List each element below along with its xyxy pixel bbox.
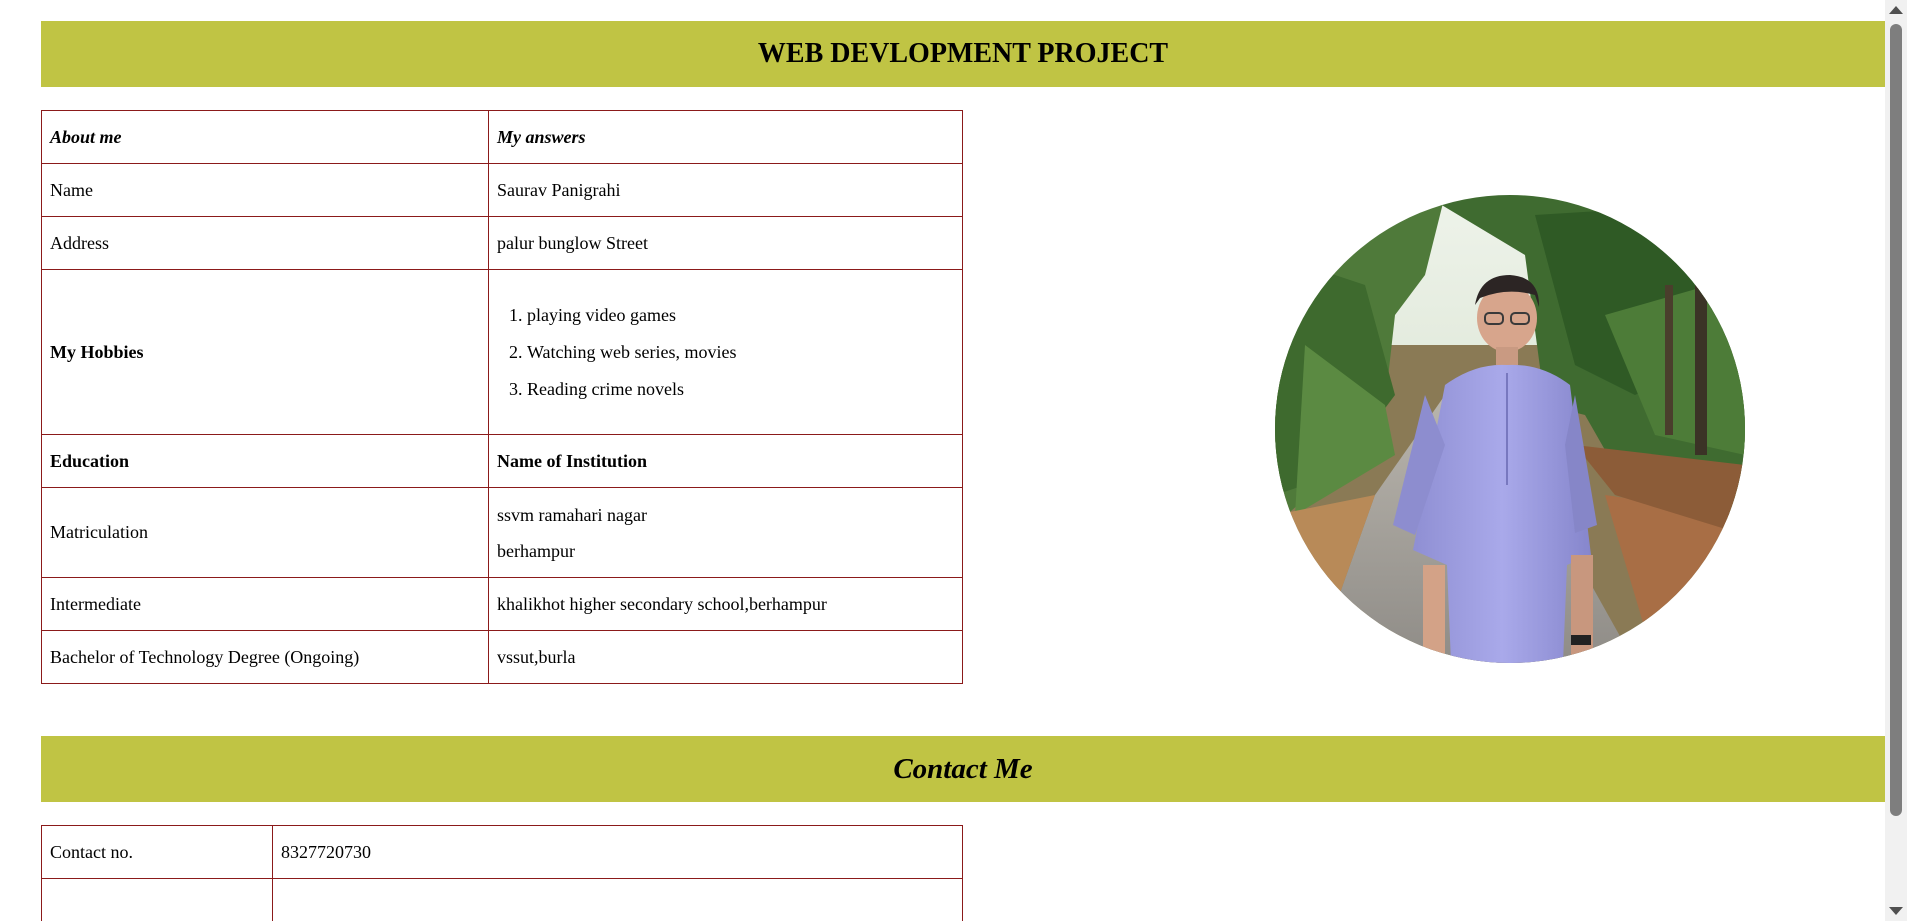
table-row: Intermediate khalikhot higher secondary … — [41, 577, 963, 631]
contact-title: Contact Me — [893, 752, 1033, 785]
contact-banner: Contact Me — [41, 736, 1885, 802]
list-item: Reading crime novels — [527, 371, 954, 408]
contact-table: Contact no. 8327720730 — [41, 825, 963, 921]
page: WEB DEVLOPMENT PROJECT About me My answe… — [0, 0, 1907, 921]
table-row: Address palur bunglow Street — [41, 216, 963, 270]
scroll-thumb[interactable] — [1890, 24, 1902, 816]
btech-label: Bachelor of Technology Degree (Ongoing) — [41, 630, 489, 684]
table-row: Matriculation ssvm ramahari nagar berham… — [41, 487, 963, 578]
phone-value: 8327720730 — [272, 825, 963, 879]
table-row: Contact no. 8327720730 — [41, 825, 963, 879]
matric-label: Matriculation — [41, 487, 489, 578]
list-item: playing video games — [527, 297, 954, 334]
profile-photo — [1275, 195, 1745, 663]
scroll-up-icon[interactable] — [1889, 6, 1903, 14]
table-row — [41, 878, 963, 921]
matric-value-line: ssvm ramahari nagar — [497, 504, 647, 525]
btech-value: vssut,burla — [488, 630, 963, 684]
matric-value-line: berhampur — [497, 540, 575, 561]
email-label-cell — [41, 878, 273, 921]
header-banner: WEB DEVLOPMENT PROJECT — [41, 21, 1885, 87]
matric-value: ssvm ramahari nagar berhampur — [488, 487, 963, 578]
education-label: Education — [41, 434, 489, 488]
name-value: Saurav Panigrahi — [488, 163, 963, 217]
intermediate-label: Intermediate — [41, 577, 489, 631]
address-label: Address — [41, 216, 489, 270]
about-table: About me My answers Name Saurav Panigrah… — [41, 110, 963, 684]
table-row: About me My answers — [41, 110, 963, 164]
hobbies-list: playing video games Watching web series,… — [497, 297, 954, 408]
scroll-down-icon[interactable] — [1889, 907, 1903, 915]
about-header-cell: About me — [41, 110, 489, 164]
answers-header-cell: My answers — [488, 110, 963, 164]
hobbies-label: My Hobbies — [41, 269, 489, 435]
list-item: Watching web series, movies — [527, 334, 954, 371]
name-label: Name — [41, 163, 489, 217]
phone-label: Contact no. — [41, 825, 273, 879]
table-row: Education Name of Institution — [41, 434, 963, 488]
email-value-cell — [272, 878, 963, 921]
address-value: palur bunglow Street — [488, 216, 963, 270]
hobbies-cell: playing video games Watching web series,… — [488, 269, 963, 435]
table-row: My Hobbies playing video games Watching … — [41, 269, 963, 435]
vertical-scrollbar[interactable] — [1885, 0, 1907, 921]
institution-label: Name of Institution — [488, 434, 963, 488]
page-title: WEB DEVLOPMENT PROJECT — [757, 38, 1169, 69]
intermediate-value: khalikhot higher secondary school,berham… — [488, 577, 963, 631]
table-row: Name Saurav Panigrahi — [41, 163, 963, 217]
table-row: Bachelor of Technology Degree (Ongoing) … — [41, 630, 963, 684]
